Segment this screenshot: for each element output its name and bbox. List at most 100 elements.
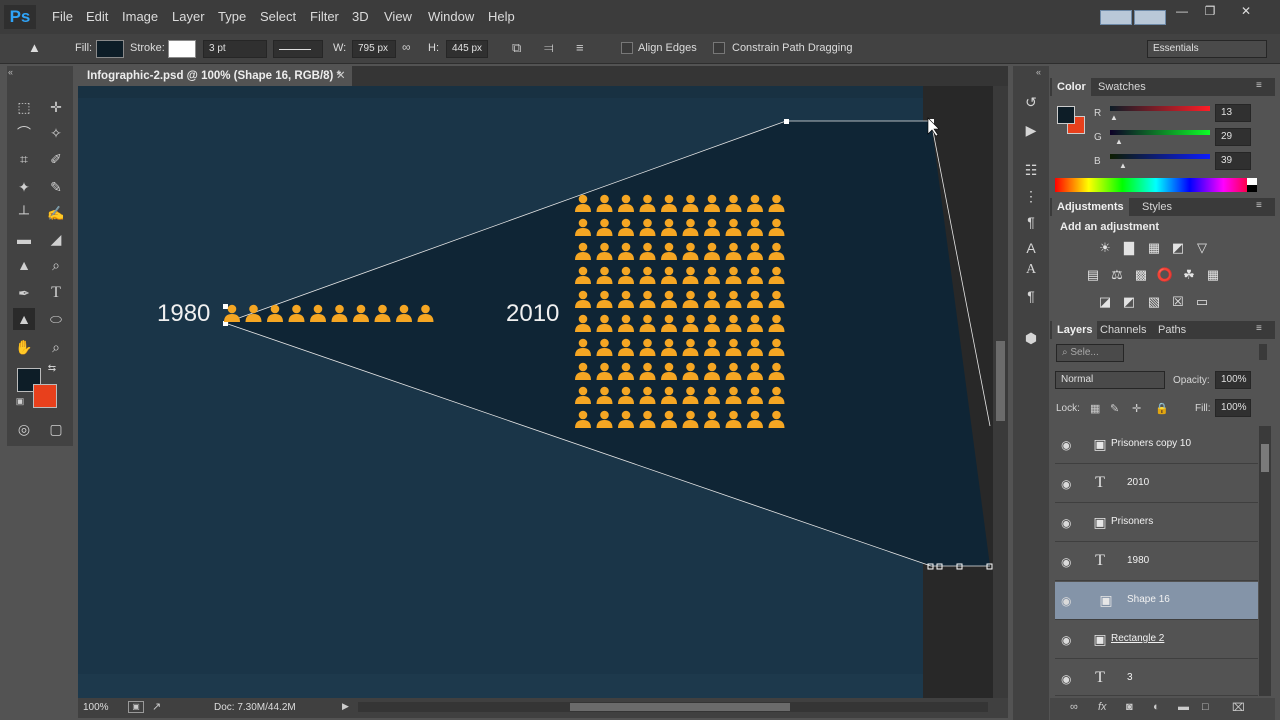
- close-icon[interactable]: ✕: [1236, 4, 1256, 20]
- width-field[interactable]: 795 px: [352, 40, 396, 58]
- lock-image-icon[interactable]: ✎: [1110, 402, 1119, 415]
- status-menu-arrow-icon[interactable]: ▶: [342, 701, 349, 712]
- swap-colors-icon[interactable]: ⇆: [45, 362, 59, 376]
- black-white-ramp[interactable]: [1247, 178, 1257, 192]
- fill-field[interactable]: 100%: [1215, 399, 1251, 417]
- r-slider[interactable]: [1110, 106, 1210, 111]
- visibility-eye-icon[interactable]: ◉: [1061, 438, 1075, 452]
- color-lookup-icon[interactable]: ▦: [1204, 267, 1222, 283]
- g-value-field[interactable]: 29: [1215, 128, 1251, 146]
- brush-tool-icon[interactable]: ✎: [45, 176, 67, 198]
- tab-layers[interactable]: Layers: [1052, 321, 1098, 339]
- lasso-tool-icon[interactable]: ⌒: [13, 122, 35, 144]
- new-adjustment-icon[interactable]: ◐: [1153, 701, 1160, 713]
- minimize-icon[interactable]: —: [1172, 4, 1192, 20]
- collapse-icons-icon[interactable]: «: [1036, 67, 1041, 77]
- eyedropper-tool-icon[interactable]: ✐: [45, 148, 67, 170]
- filter-toggle[interactable]: [1259, 344, 1267, 360]
- tab-channels[interactable]: Channels: [1100, 321, 1146, 339]
- layer-row[interactable]: ◉ ▣ Prisoners: [1055, 504, 1258, 542]
- document-status-icon[interactable]: ▣: [128, 701, 144, 713]
- restore-icon[interactable]: ❐: [1200, 4, 1220, 20]
- paragraph-styles-icon[interactable]: ¶: [1019, 212, 1043, 232]
- visibility-eye-icon[interactable]: ◉: [1061, 516, 1075, 530]
- background-color-swatch[interactable]: [33, 384, 57, 408]
- arrange-documents-button[interactable]: [1100, 10, 1132, 25]
- menu-view[interactable]: View: [384, 9, 412, 24]
- layers-menu-icon[interactable]: ≡: [1256, 323, 1262, 334]
- layer-comps-icon[interactable]: ☷: [1019, 160, 1043, 180]
- blend-mode-dropdown[interactable]: Normal: [1055, 371, 1165, 389]
- visibility-eye-icon[interactable]: ◉: [1061, 633, 1075, 647]
- delete-layer-icon[interactable]: ⌧: [1232, 701, 1245, 714]
- lock-all-icon[interactable]: 🔒: [1155, 402, 1169, 415]
- channel-mixer-icon[interactable]: ☘: [1180, 267, 1198, 283]
- layer-filter-dropdown[interactable]: ⌕ Sele...: [1056, 344, 1124, 362]
- stroke-type-dropdown[interactable]: [273, 40, 323, 58]
- align-edges-checkbox[interactable]: [621, 42, 633, 54]
- exposure-icon[interactable]: ◩: [1169, 240, 1187, 256]
- menu-type[interactable]: Type: [218, 9, 246, 24]
- close-tab-icon[interactable]: ✕: [336, 66, 346, 86]
- menu-file[interactable]: File: [52, 9, 73, 24]
- crop-tool-icon[interactable]: ⌗: [13, 148, 35, 170]
- tab-styles[interactable]: Styles: [1142, 198, 1172, 216]
- stroke-swatch[interactable]: [168, 40, 196, 58]
- vibrance-icon[interactable]: ▽: [1193, 240, 1211, 256]
- marquee-tool-icon[interactable]: ⬚: [13, 96, 35, 118]
- blur-tool-icon[interactable]: ▲: [13, 254, 35, 276]
- quick-mask-icon[interactable]: ◎: [13, 418, 35, 440]
- document-tab[interactable]: Infographic-2.psd @ 100% (Shape 16, RGB/…: [78, 66, 352, 86]
- clone-stamp-tool-icon[interactable]: ┴: [13, 202, 35, 224]
- menu-3d[interactable]: 3D: [352, 9, 369, 24]
- visibility-eye-icon[interactable]: ◉: [1061, 672, 1075, 686]
- color-fg-swatch[interactable]: [1057, 106, 1075, 124]
- vertical-scroll-thumb[interactable]: [996, 341, 1005, 421]
- tab-color[interactable]: Color: [1052, 78, 1091, 96]
- layers-scroll-thumb[interactable]: [1261, 444, 1269, 472]
- menu-filter[interactable]: Filter: [310, 9, 339, 24]
- hand-tool-icon[interactable]: ✋: [13, 336, 35, 358]
- menu-window[interactable]: Window: [428, 9, 474, 24]
- default-colors-icon[interactable]: ▣: [13, 394, 27, 408]
- brightness-contrast-icon[interactable]: ☀: [1096, 240, 1114, 256]
- posterize-icon[interactable]: ◩: [1120, 294, 1138, 310]
- menu-help[interactable]: Help: [488, 9, 515, 24]
- ellipse-tool-icon[interactable]: ⬭: [45, 308, 67, 330]
- export-icon[interactable]: ↗: [152, 700, 161, 713]
- canvas-vertical-scrollbar[interactable]: [993, 86, 1008, 698]
- add-mask-icon[interactable]: ◙: [1126, 701, 1133, 713]
- path-operations-icon[interactable]: ⧉: [512, 40, 530, 58]
- color-spectrum-ramp[interactable]: [1055, 178, 1257, 192]
- workspace-dropdown[interactable]: Essentials: [1147, 40, 1267, 58]
- collapse-toolbox-icon[interactable]: «: [8, 67, 13, 77]
- adjustments-menu-icon[interactable]: ≡: [1256, 200, 1262, 211]
- r-slider-thumb[interactable]: ▲: [1110, 113, 1118, 122]
- b-slider[interactable]: [1110, 154, 1210, 159]
- path-alignment-icon[interactable]: ⫤: [544, 40, 562, 58]
- b-slider-thumb[interactable]: ▲: [1119, 161, 1127, 170]
- fill-swatch[interactable]: [96, 40, 124, 58]
- info-panel-icon[interactable]: ⋮: [1019, 186, 1043, 206]
- hue-saturation-icon[interactable]: ▤: [1084, 267, 1102, 283]
- opacity-field[interactable]: 100%: [1215, 371, 1251, 389]
- photo-filter-icon[interactable]: ⭕: [1156, 267, 1174, 283]
- magic-wand-tool-icon[interactable]: ✧: [45, 122, 67, 144]
- color-balance-icon[interactable]: ⚖: [1108, 267, 1126, 283]
- tab-adjustments[interactable]: Adjustments: [1052, 198, 1129, 216]
- visibility-eye-icon[interactable]: ◉: [1061, 477, 1075, 491]
- layer-row[interactable]: ◉ T 3: [1055, 660, 1258, 696]
- menu-edit[interactable]: Edit: [86, 9, 108, 24]
- character-styles-icon[interactable]: A: [1019, 238, 1043, 258]
- lock-transparent-icon[interactable]: ▦: [1090, 402, 1100, 415]
- g-slider-thumb[interactable]: ▲: [1115, 137, 1123, 146]
- menu-layer[interactable]: Layer: [172, 9, 205, 24]
- new-layer-icon[interactable]: □: [1202, 701, 1209, 713]
- link-layers-icon[interactable]: ∞: [1070, 701, 1078, 713]
- anchor-point[interactable]: [784, 119, 789, 124]
- curves-icon[interactable]: ▦: [1145, 240, 1163, 256]
- screen-mode-button[interactable]: [1134, 10, 1166, 25]
- actions-panel-icon[interactable]: ▶: [1019, 120, 1043, 140]
- healing-brush-tool-icon[interactable]: ✦: [13, 176, 35, 198]
- new-group-icon[interactable]: ▬: [1178, 701, 1189, 713]
